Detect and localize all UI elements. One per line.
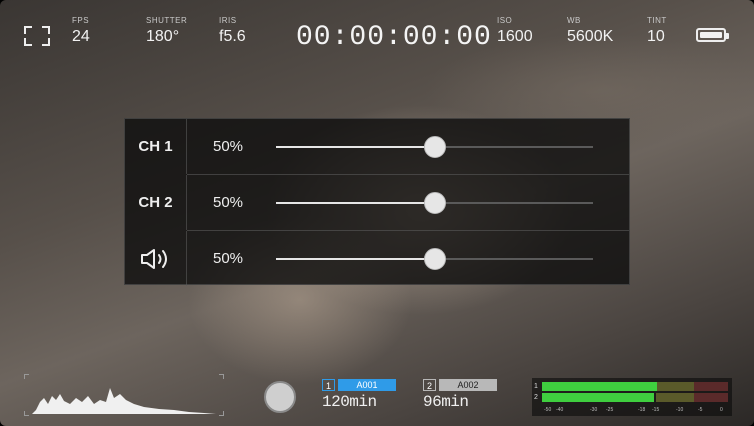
audio-row-ch1: CH 1 50% xyxy=(125,119,629,174)
media-card-1[interactable]: 1 A001 120min xyxy=(322,379,396,417)
level-percent-ch1: 50% xyxy=(213,138,244,155)
fps-value: 24 xyxy=(72,28,90,45)
meter-scale: -50 -40 -30 -25 -18 -15 -10 -5 0 xyxy=(542,405,728,415)
histogram-graph xyxy=(32,388,216,414)
timecode-display[interactable]: 00:00:00:00 xyxy=(296,22,492,53)
white-balance-control[interactable]: WB 5600K xyxy=(567,16,613,46)
iris-label: IRIS xyxy=(219,16,237,25)
media-card-2[interactable]: 2 A002 96min xyxy=(423,379,497,417)
shutter-label: SHUTTER xyxy=(146,16,188,25)
iso-control[interactable]: ISO 1600 xyxy=(497,16,533,46)
meter-scale-label: -5 xyxy=(698,407,703,413)
card-2-remaining: 96min xyxy=(423,393,469,411)
audio-level-panel: CH 1 50% CH 2 50% 50% xyxy=(124,118,630,286)
level-percent-speaker: 50% xyxy=(213,250,244,267)
camera-screen: FPS 24 SHUTTER 180° IRIS f5.6 00:00:00:0… xyxy=(0,0,754,426)
card-1-remaining: 120min xyxy=(322,393,377,411)
channel-label-ch2: CH 2 xyxy=(125,175,187,230)
meter-channel-1: 1 xyxy=(534,382,728,391)
slider-knob-ch2[interactable] xyxy=(423,192,446,214)
iris-value: f5.6 xyxy=(219,28,246,45)
tint-value: 10 xyxy=(647,28,665,45)
tint-control[interactable]: TINT 10 xyxy=(647,16,667,46)
frame-guides-icon[interactable] xyxy=(24,26,50,46)
card-2-tag: 2 A002 xyxy=(423,379,497,391)
fps-control[interactable]: FPS 24 xyxy=(72,16,90,46)
battery-fill xyxy=(700,32,722,38)
fps-label: FPS xyxy=(72,16,90,25)
meter-2-number: 2 xyxy=(534,394,538,401)
audio-meters[interactable]: 1 2 -50 -40 -30 -25 -18 -15 -10 -5 0 xyxy=(532,378,732,416)
record-button[interactable] xyxy=(264,381,296,413)
meter-scale-label: -30 xyxy=(590,407,598,413)
meter-1-number: 1 xyxy=(534,383,538,390)
audio-row-speaker: 50% xyxy=(125,231,629,286)
iso-value: 1600 xyxy=(497,28,533,45)
white-balance-value: 5600K xyxy=(567,28,614,45)
battery-icon[interactable] xyxy=(696,28,729,42)
meter-scale-label: -18 xyxy=(638,407,646,413)
shutter-value: 180° xyxy=(146,28,180,45)
meter-scale-label: 0 xyxy=(720,407,723,413)
slider-knob-ch1[interactable] xyxy=(423,136,446,158)
card-1-clip-name: A001 xyxy=(338,379,396,391)
speaker-volume-icon xyxy=(125,231,187,286)
meter-scale-label: -15 xyxy=(652,407,660,413)
level-percent-ch2: 50% xyxy=(213,194,244,211)
card-2-clip-name: A002 xyxy=(439,379,497,391)
histogram[interactable] xyxy=(24,374,224,416)
card-1-tag: 1 A001 xyxy=(322,379,396,391)
meter-scale-label: -25 xyxy=(606,407,614,413)
card-1-number: 1 xyxy=(322,379,335,391)
meter-channel-2: 2 xyxy=(534,393,728,402)
iris-control[interactable]: IRIS f5.6 xyxy=(219,16,246,46)
white-balance-label: WB xyxy=(567,16,581,25)
iso-label: ISO xyxy=(497,16,513,25)
tint-label: TINT xyxy=(647,16,667,25)
shutter-control[interactable]: SHUTTER 180° xyxy=(146,16,187,46)
meter-scale-label: -10 xyxy=(676,407,684,413)
card-2-number: 2 xyxy=(423,379,436,391)
audio-row-ch2: CH 2 50% xyxy=(125,175,629,230)
meter-scale-label: -50 xyxy=(544,407,552,413)
channel-label-ch1: CH 1 xyxy=(125,119,187,174)
slider-knob-speaker[interactable] xyxy=(423,248,446,270)
meter-scale-label: -40 xyxy=(556,407,564,413)
